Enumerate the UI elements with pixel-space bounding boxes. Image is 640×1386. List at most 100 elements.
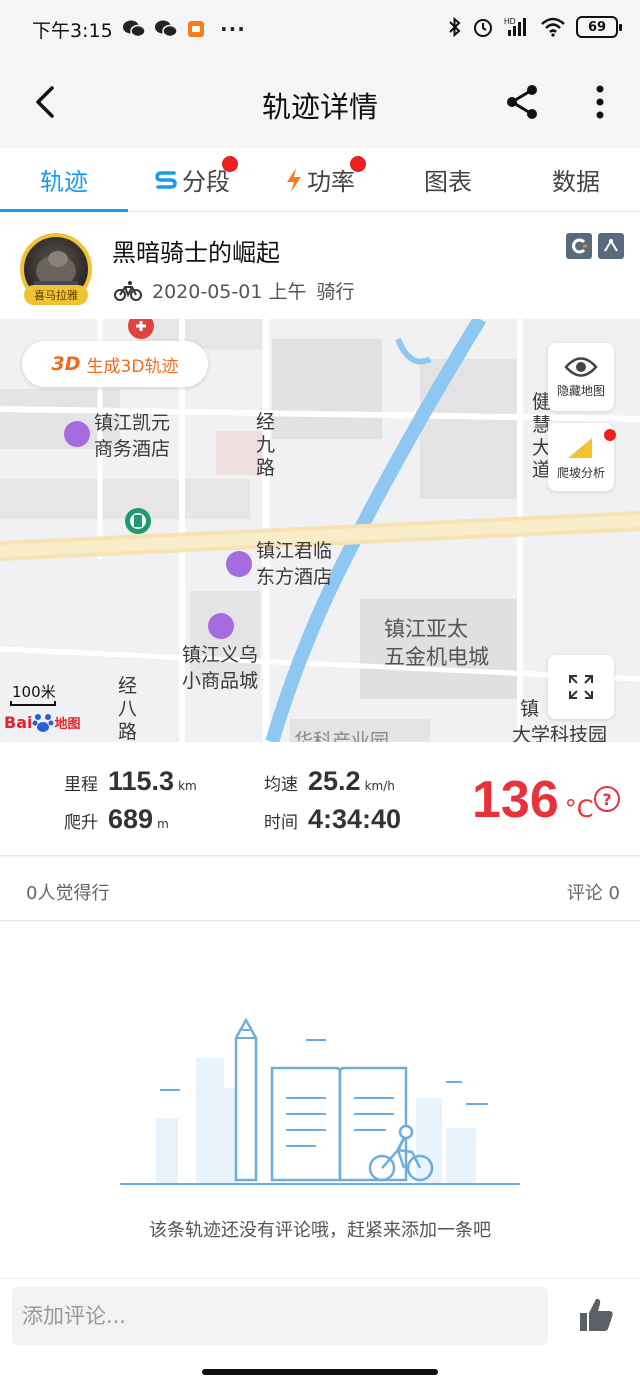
more-options-button[interactable]	[584, 82, 616, 122]
ride-name: 黑暗骑士的崛起	[112, 239, 280, 267]
signal-icon: HD	[504, 17, 526, 36]
temperature-unit: °C	[564, 795, 594, 823]
stat-value: 25.2	[308, 766, 361, 796]
stat-avg-speed: 均速 25.2 km/h	[264, 766, 395, 797]
notification-icons: ···	[122, 17, 246, 41]
empty-comments-illustration	[120, 1018, 520, 1185]
status-bar: 下午3:15 ··· HD 69	[0, 0, 640, 58]
top-bar: 轨迹详情	[0, 58, 640, 148]
baidu-paw-icon	[32, 714, 54, 732]
ride-header: 喜马拉雅 黑暗骑士的崛起 2020-05-01 上午 骑行	[0, 213, 640, 319]
status-time: 下午3:15	[32, 20, 113, 42]
home-indicator	[202, 1369, 438, 1375]
fullscreen-button[interactable]	[548, 655, 614, 719]
share-button[interactable]	[502, 82, 542, 122]
comments-count[interactable]: 评论 0	[567, 879, 620, 905]
page-title: 轨迹详情	[261, 90, 378, 124]
bicycle-icon	[114, 280, 142, 301]
stat-unit: km/h	[364, 779, 395, 793]
comment-input[interactable]	[12, 1287, 548, 1345]
slope-label: 爬坡分析	[556, 465, 605, 480]
baidu-map-text: 地图	[54, 716, 81, 732]
stat-value: 4:34:40	[308, 804, 402, 834]
tab-label: 数据	[552, 168, 600, 196]
route-source-icon	[598, 233, 624, 259]
tab-charts[interactable]: 图表	[384, 148, 512, 211]
tab-track[interactable]: 轨迹	[0, 148, 128, 212]
tab-segments[interactable]: 分段	[128, 148, 256, 211]
map-label-school: 大学科技园	[512, 724, 608, 742]
stat-climb: 爬升 689 m	[64, 804, 169, 835]
generate-3d-button[interactable]: 3D 生成3D轨迹	[22, 341, 208, 387]
map-label-hotel1: 镇江凯元 商务酒店	[94, 412, 171, 460]
hotel-icon	[226, 551, 252, 577]
ride-meta: 2020-05-01 上午 骑行	[114, 277, 354, 304]
thumbs-up-icon[interactable]	[576, 1295, 616, 1335]
tab-data[interactable]: 数据	[512, 148, 640, 211]
shopping-icon	[208, 613, 234, 639]
wifi-icon	[541, 17, 565, 37]
3d-icon: 3D	[51, 353, 81, 375]
stat-value: 689	[108, 804, 154, 834]
ride-type: 骑行	[316, 281, 355, 303]
help-icon[interactable]: ?	[594, 786, 620, 812]
new-badge-dot	[604, 429, 616, 441]
tab-bar: 轨迹 分段 功率 图表 数据	[0, 148, 640, 212]
stat-value: 115.3	[108, 766, 175, 796]
tab-label: 功率	[307, 168, 355, 196]
empty-comments: 该条轨迹还没有评论哦，赶紧来添加一条吧	[0, 922, 640, 1278]
tab-label: 轨迹	[40, 168, 88, 196]
tab-label: 图表	[424, 168, 472, 196]
wechat-icon	[123, 20, 146, 38]
track-map[interactable]: 3D 生成3D轨迹 镇江凯元 商务酒店 镇江君临 东方酒店 镇江义乌 小商品城 …	[0, 319, 640, 742]
svg-text:HD: HD	[504, 17, 516, 26]
tab-power[interactable]: 功率	[256, 148, 384, 211]
lightning-icon	[285, 167, 303, 193]
ride-stats: 里程 115.3 km 爬升 689 m 均速 25.2 km/h 时间 4:3…	[0, 742, 640, 856]
status-right: HD 69	[448, 16, 622, 38]
ride-date: 2020-05-01 上午	[152, 281, 307, 303]
hide-map-button[interactable]: 隐藏地图	[548, 343, 614, 411]
battery-icon: 69	[576, 16, 622, 38]
temperature-stat: 136 °C	[472, 770, 594, 830]
map-label-road2: 经八路	[118, 675, 138, 742]
temperature-value: 136	[472, 771, 559, 829]
map-label-mall2: 镇江亚太 五金机电城	[384, 617, 489, 670]
alarm-icon	[474, 19, 492, 37]
new-badge-dot	[350, 156, 366, 172]
device-source-icon	[566, 233, 592, 259]
social-row: 0人觉得行 评论 0	[0, 857, 640, 921]
map-label-hotel2: 镇江君临 东方酒店	[256, 540, 333, 588]
map-scale: 100米	[12, 683, 56, 701]
stat-time: 时间 4:34:40	[264, 804, 401, 835]
stat-distance: 里程 115.3 km	[64, 766, 197, 797]
ride-source-icons	[566, 233, 624, 259]
stat-label: 里程	[64, 775, 98, 795]
app-notification-icon	[188, 21, 204, 37]
likes-count[interactable]: 0人觉得行	[26, 879, 109, 905]
more-notifications-icon: ···	[220, 17, 246, 41]
hotel-icon	[64, 421, 90, 447]
eye-icon	[564, 356, 598, 377]
map-label-road1: 经九路	[256, 411, 276, 479]
new-badge-dot	[222, 156, 238, 172]
expand-icon	[569, 675, 593, 699]
wechat-icon	[155, 20, 178, 38]
generate-3d-label: 生成3D轨迹	[86, 356, 179, 377]
stat-unit: km	[178, 779, 197, 793]
slope-analysis-button[interactable]: 爬坡分析	[548, 423, 616, 491]
stat-label: 爬升	[64, 813, 98, 833]
avatar-badge: 喜马拉雅	[24, 285, 88, 305]
map-scale-bar	[10, 701, 56, 706]
segments-icon	[154, 168, 178, 192]
slope-icon	[568, 437, 592, 458]
map-label-zhen: 镇	[520, 698, 540, 720]
stat-unit: m	[157, 817, 169, 831]
empty-comments-text: 该条轨迹还没有评论哦，赶紧来添加一条吧	[149, 1220, 491, 1241]
map-label-park: 华科产业园	[294, 730, 390, 742]
stat-label: 时间	[264, 813, 298, 833]
map-label-mall1: 镇江义乌 小商品城	[182, 644, 259, 692]
baidu-map-logo: Bai 地图	[4, 711, 81, 733]
hide-map-label: 隐藏地图	[556, 383, 605, 398]
bluetooth-icon	[449, 16, 461, 38]
